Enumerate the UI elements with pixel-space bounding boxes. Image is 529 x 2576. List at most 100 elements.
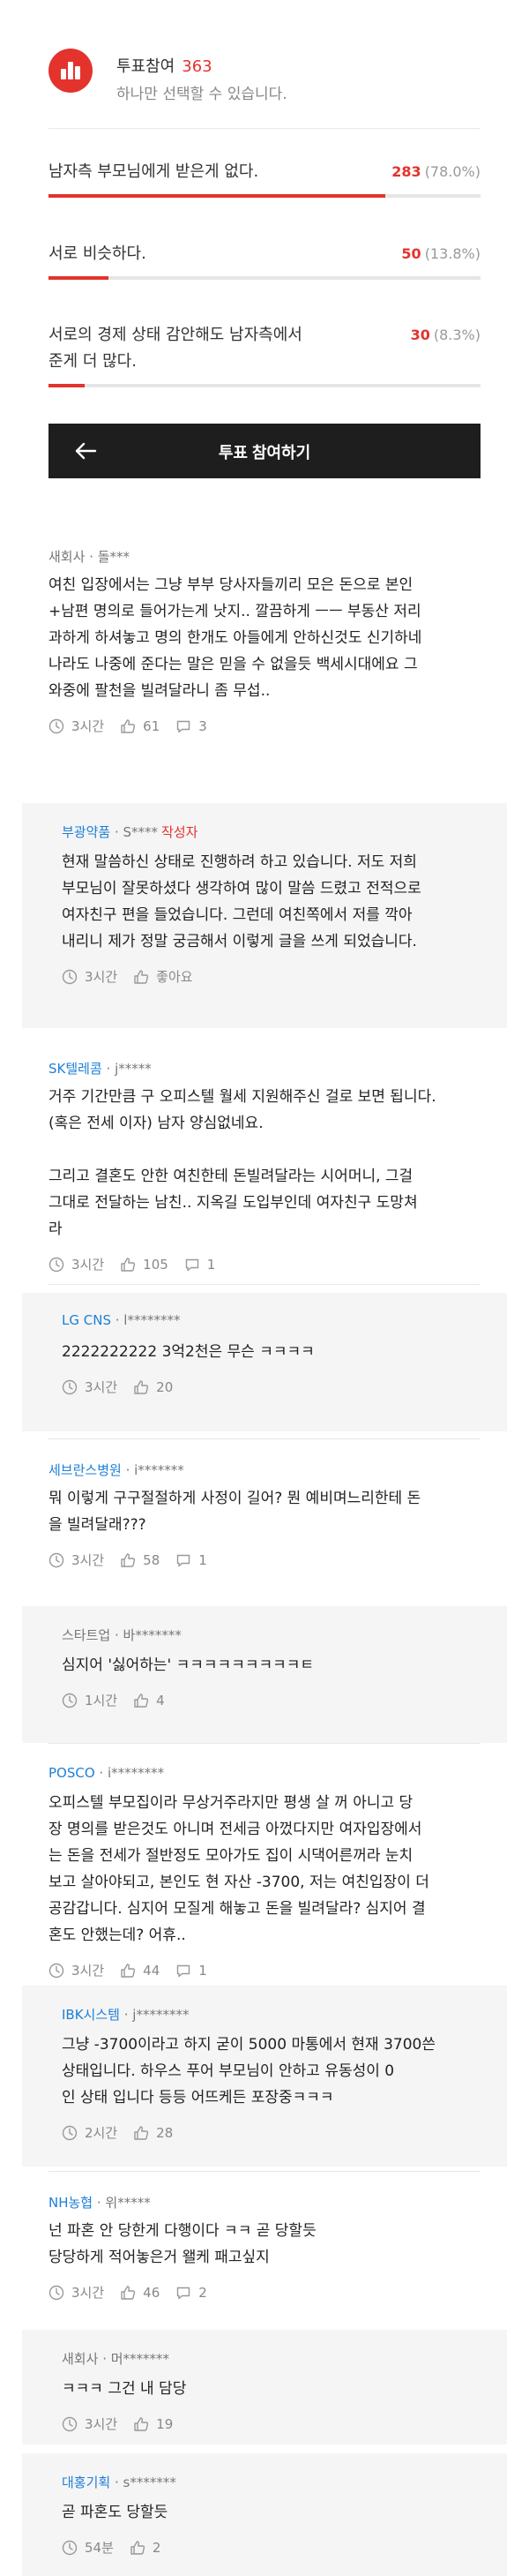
poll-option-result: 50 (13.8%) [401,241,481,267]
comment-body-line: 심지어 '싫어하는' ㅋㅋㅋㅋㅋㅋㅋㅋㅋㅌ [62,1656,315,1674]
like-button[interactable]: 61 [120,717,160,736]
comment-body: 여친 입장에서는 그냥 부부 당사자들끼리 모은 돈으로 본인 +남편 명의로 들… [48,572,481,704]
comment-body-line: +남편 명의로 들어가는게 낫지.. 깔끔하게 ㅡㅡ 부동산 저리 [48,603,421,620]
thumbs-up-icon [121,719,136,733]
comment-body-line: 거주 기간만큼 구 오피스텔 월세 지원해주신 걸로 보면 됩니다. [48,1088,436,1106]
thread-divider [48,1438,481,1439]
like-button[interactable]: 58 [120,1551,160,1570]
clock-icon [62,2125,78,2141]
poll-option-label: 서로의 경제 상태 감안해도 남자측에서 준게 더 많다. [48,322,302,375]
like-count: 20 [156,1379,174,1395]
comment-time-text: 3시간 [85,969,118,985]
like-button[interactable]: 19 [133,2415,173,2434]
like-button[interactable]: 좋아요 [133,967,193,987]
comment-body-line: 공감갑니다. 심지어 모질게 해놓고 돈을 빌려달라? 심지어 결 [48,1900,426,1918]
reply-item: 부광약품 · S**** 작성자 현재 말씀하신 상태로 진행하려 하고 있습니다.… [22,803,507,1028]
comment-time: 3시간 [62,2415,117,2434]
poll-option-bar-fill [48,276,108,280]
author-writer-badge: 작성자 [161,824,198,840]
thumbs-up-icon [134,1380,149,1394]
comment-time-text: 3시간 [85,2416,118,2432]
clock-icon [62,2540,78,2556]
author-username: · i******* [125,1462,184,1478]
comment-body-line: 을 빌려달래??? [48,1516,146,1534]
speech-bubble-icon [177,2287,190,2300]
comment-meta: 54분 2 [62,2538,176,2557]
poll-divider [48,128,481,129]
comment-author[interactable]: 새회사 · 머******* [62,2349,169,2368]
thumbs-up-icon [134,970,149,984]
like-count: 좋아요 [156,969,193,985]
like-button[interactable]: 44 [120,1961,160,1980]
comment-author[interactable]: NH농협 · 위***** [48,2193,151,2212]
author-username: · l******** [115,1312,181,1328]
like-count: 2 [152,2540,161,2556]
reply-button[interactable]: 1 [175,1551,207,1570]
thread-divider [48,1743,481,1744]
comment-meta: 3시간 44 1 [48,1961,223,1980]
comment-author[interactable]: POSCO · i******** [48,1765,164,1781]
comment-author[interactable]: 세브란스병원 · i******* [48,1461,184,1479]
reply-item: 새회사 · 머******* ㅋㅋㅋ 그건 내 담당 3시간 19 [22,2330,507,2445]
comment-time: 3시간 [48,2283,104,2302]
comment-body-line: 당당하게 적어놓은거 왤케 패고싶지 [48,2249,270,2266]
poll-option-label: 서로 비슷하다. [48,241,146,267]
poll-option-bar-track [48,276,481,280]
speech-bubble-icon [185,1258,198,1272]
comment-author[interactable]: LG CNS · l******** [62,1312,180,1328]
vote-submit-button[interactable]: 투표 참여하기 [48,424,481,478]
comment-body: 그냥 -3700이라고 하지 굳이 5000 마통에서 현재 3700쓴 상태입니… [62,2032,476,2111]
speech-bubble-icon [177,1554,190,1567]
comment-body-line: 라 [48,1220,63,1238]
comment-author[interactable]: IBK시스템 · j******** [62,2005,189,2024]
author-company: 부광약품 [62,824,111,840]
comment-time: 3시간 [62,1378,117,1397]
comment-body-line: 는 돈을 전세가 절반정도 모아가도 집이 시댁어른꺼라 눈치 [48,1847,414,1865]
like-button[interactable]: 2 [130,2538,161,2557]
clock-icon [62,1693,78,1709]
comment-meta: 3시간 19 [62,2415,189,2434]
comment-author[interactable]: SK텔레콤 · j***** [48,1059,152,1078]
poll-option-count: 50 [401,245,421,262]
reply-count: 1 [206,1257,216,1273]
author-username: · 머******* [102,2351,170,2367]
thumbs-up-icon [121,1553,136,1567]
reply-button[interactable]: 2 [175,2283,207,2302]
comment-author[interactable]: 대홍기획 · s******* [62,2473,176,2491]
like-button[interactable]: 4 [133,1691,165,1710]
like-button[interactable]: 20 [133,1378,173,1397]
comment-body-line [48,1137,481,1163]
poll-option-bar-track [48,384,481,387]
comment-body-line: 그냥 -3700이라고 하지 굳이 5000 마통에서 현재 3700쓴 [62,2036,436,2054]
comment-body: 거주 기간만큼 구 오피스텔 월세 지원해주신 걸로 보면 됩니다. (혹은 전세… [48,1084,481,1243]
reply-button[interactable]: 1 [175,1961,207,1980]
like-button[interactable]: 46 [120,2283,160,2302]
speech-bubble-icon [177,1964,190,1978]
thumbs-up-icon [130,2541,145,2555]
comment-author[interactable]: 스타트업 · 바******* [62,1626,182,1644]
clock-icon [62,1379,78,1395]
comment-item: NH농협 · 위***** 넌 파혼 안 당한게 다행이다 ㅋㅋ 곧 당할듯 당당하… [0,2175,529,2321]
poll-title: 투표참여 363 [116,54,212,77]
reply-button[interactable]: 3 [175,717,207,736]
poll-subtitle: 하나만 선택할 수 있습니다. [116,86,287,103]
author-company: SK텔레콤 [48,1061,102,1077]
reply-button[interactable]: 1 [184,1255,216,1274]
clock-icon [48,1257,64,1273]
poll-option-count: 283 [391,163,421,180]
comment-body-line: 와중에 팔천을 빌려달라니 좀 무섭.. [48,682,271,700]
comment-body-line: 곧 파혼도 당할듯 [62,2504,168,2521]
like-count: 4 [156,1693,165,1709]
comment-item: SK텔레콤 · j***** 거주 기간만큼 구 오피스텔 월세 지원해주신 걸로… [0,1041,529,1275]
thread-divider [48,1284,481,1285]
comment-author[interactable]: 새회사 · 돌*** [48,547,130,566]
like-button[interactable]: 28 [133,2123,173,2143]
comment-body: 넌 파혼 안 당한게 다행이다 ㅋㅋ 곧 당할듯 당당하게 적어놓은거 왤케 패고… [48,2218,481,2271]
author-username: · 돌*** [89,549,130,565]
like-button[interactable]: 105 [120,1255,168,1274]
reply-item: 스타트업 · 바******* 심지어 '싫어하는' ㅋㅋㅋㅋㅋㅋㅋㅋㅋㅌ 1시간 4 [22,1606,507,1743]
author-company: 새회사 [62,2351,99,2367]
comment-author[interactable]: 부광약품 · S**** 작성자 [62,822,197,841]
author-company: IBK시스템 [62,2007,120,2023]
comment-time-text: 3시간 [71,2285,105,2301]
